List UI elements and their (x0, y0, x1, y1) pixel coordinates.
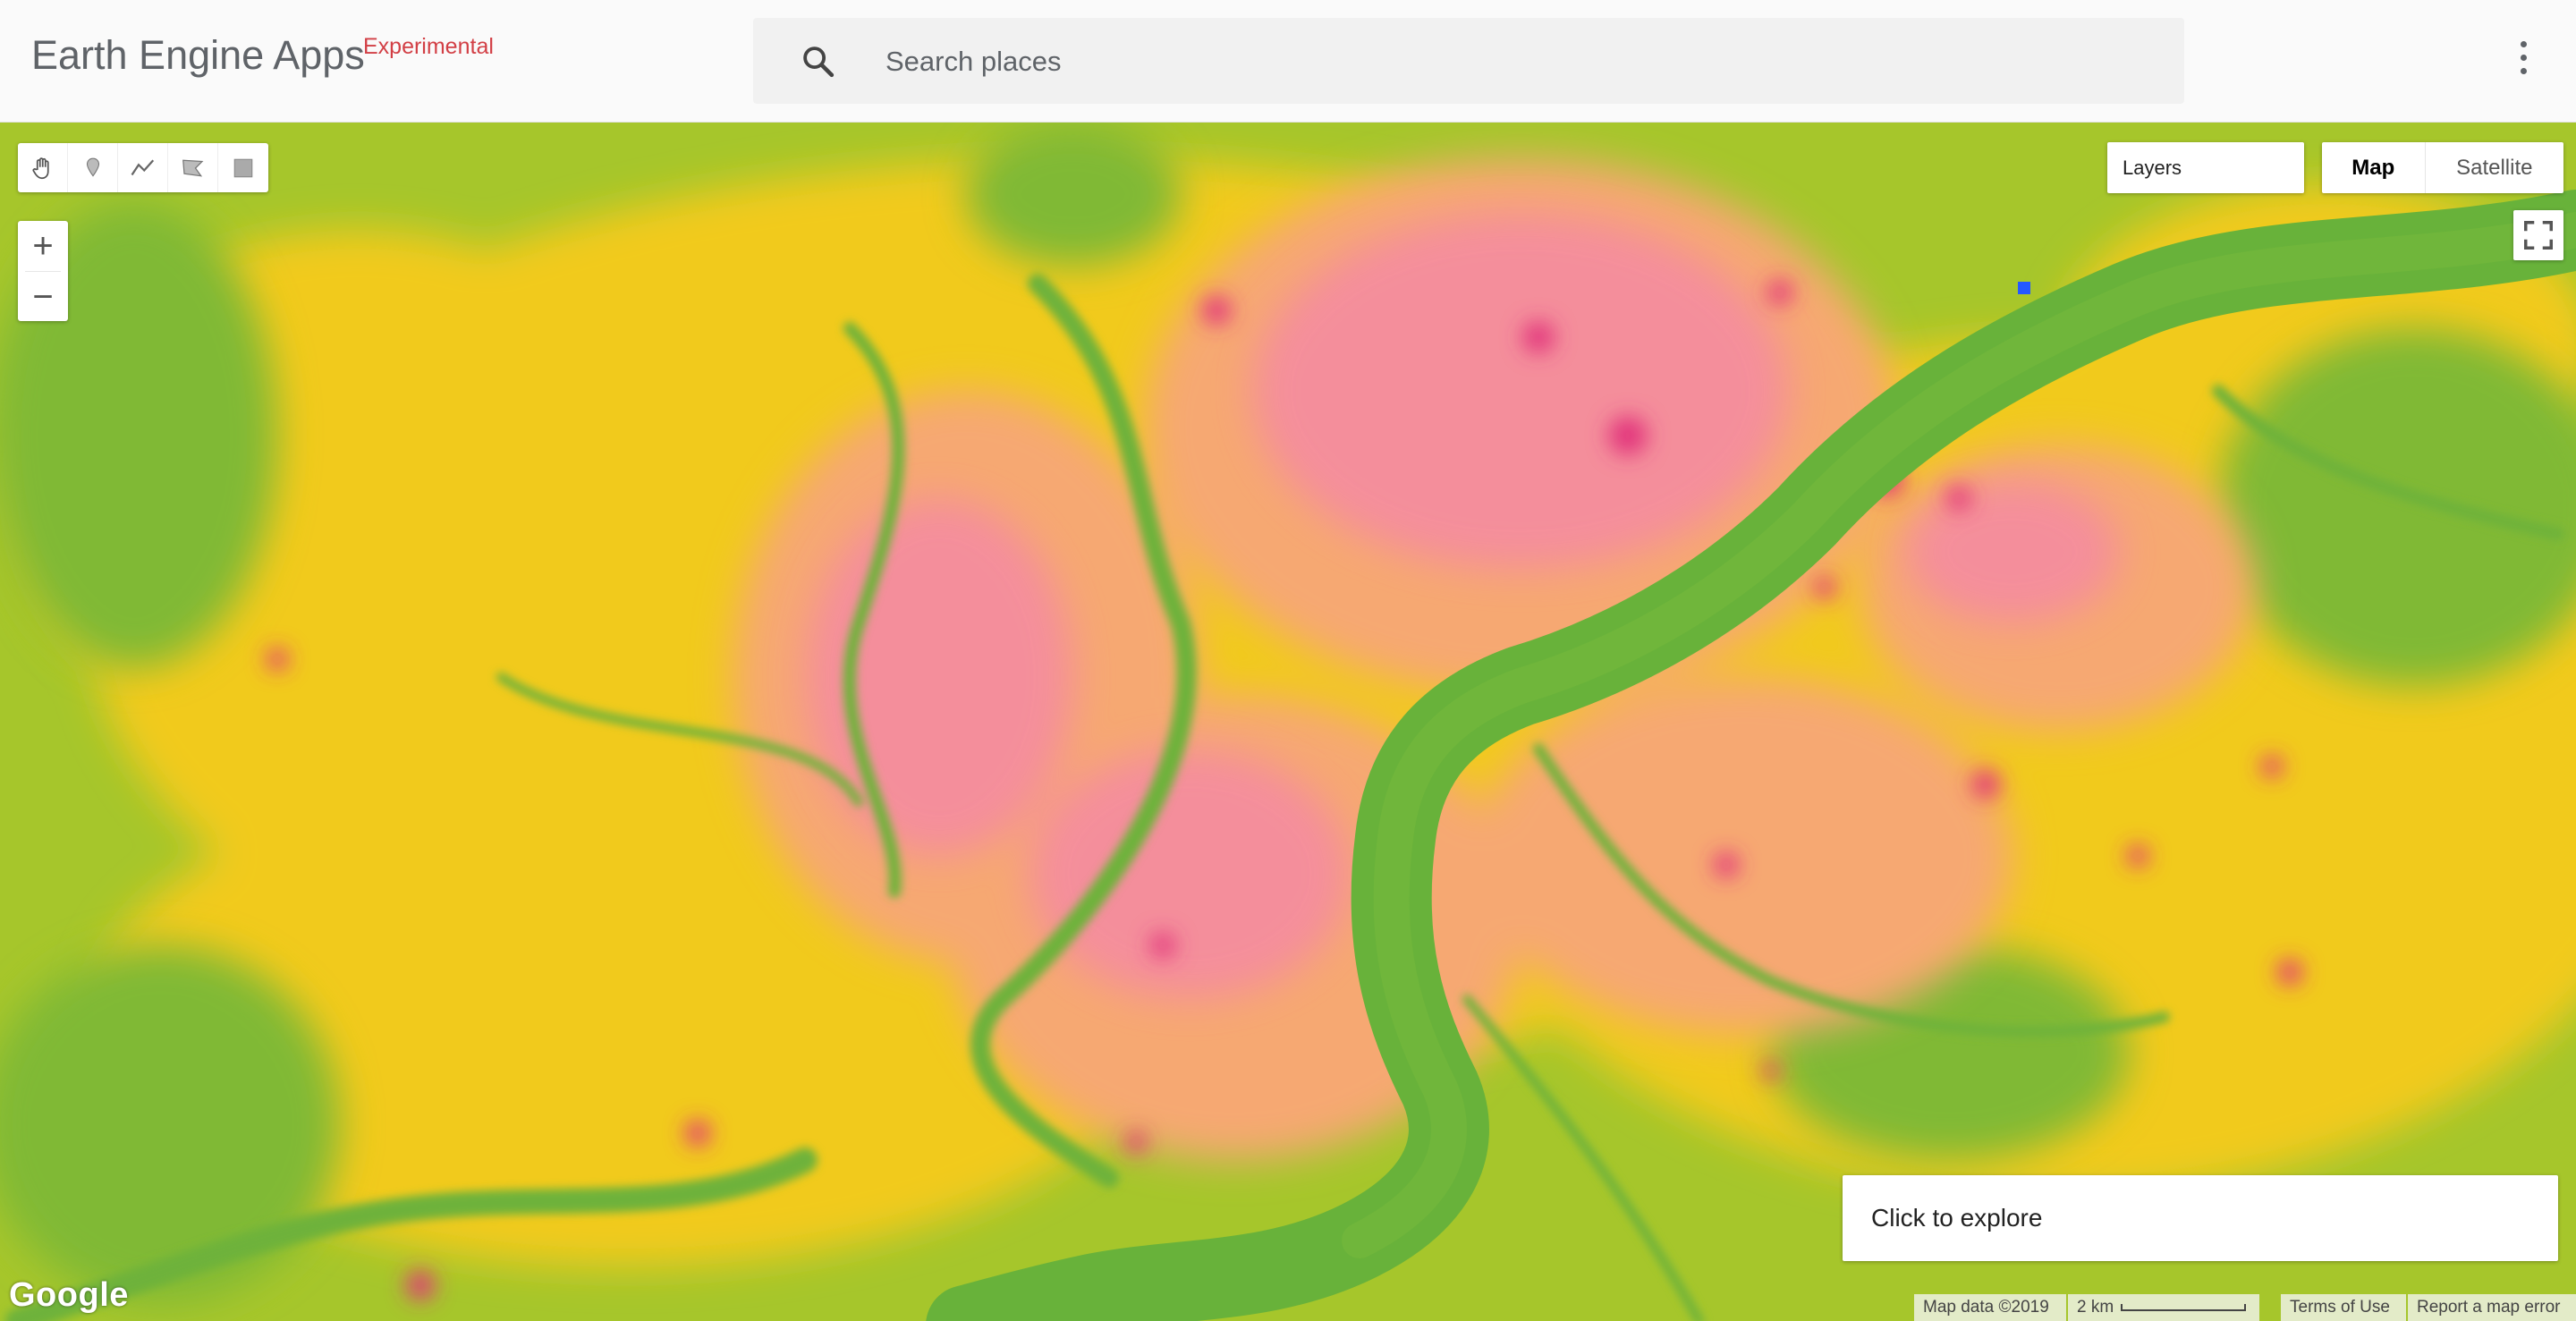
scale-bar (2121, 1304, 2247, 1311)
rectangle-icon[interactable] (218, 143, 268, 192)
drawing-toolbar (18, 143, 268, 192)
map-type-control: Map Satellite (2322, 142, 2563, 193)
map-canvas[interactable]: + − Layers Map Satellite Click to explor… (0, 123, 2576, 1321)
map-type-map-button[interactable]: Map (2322, 142, 2426, 193)
layers-button[interactable]: Layers (2107, 142, 2304, 193)
ndvi-heatmap-layer (0, 123, 2576, 1321)
polyline-icon[interactable] (118, 143, 168, 192)
search-icon[interactable] (800, 43, 837, 80)
marker-icon[interactable] (68, 143, 118, 192)
scale-control[interactable]: 2 km (2068, 1294, 2259, 1321)
google-logo: Google (9, 1276, 129, 1314)
app-header: Earth Engine Apps Experimental (0, 0, 2576, 123)
hand-pan-icon[interactable] (18, 143, 68, 192)
zoom-control: + − (18, 221, 68, 321)
terms-link[interactable]: Terms of Use (2281, 1294, 2406, 1321)
zoom-in-button[interactable]: + (18, 221, 68, 271)
experimental-badge: Experimental (363, 34, 494, 59)
map-data-attribution: Map data ©2019 (1914, 1294, 2066, 1321)
app-title: Earth Engine Apps (31, 32, 365, 78)
scale-label: 2 km (2077, 1298, 2114, 1317)
search-box[interactable] (753, 18, 2184, 104)
search-input[interactable] (884, 34, 2140, 89)
more-vert-icon[interactable] (2510, 41, 2537, 82)
polygon-icon[interactable] (168, 143, 218, 192)
fullscreen-icon[interactable] (2513, 210, 2563, 260)
explore-panel[interactable]: Click to explore (1843, 1175, 2558, 1261)
zoom-out-button[interactable]: − (18, 272, 68, 322)
map-type-satellite-button[interactable]: Satellite (2426, 142, 2563, 193)
report-error-link[interactable]: Report a map error (2408, 1294, 2576, 1321)
